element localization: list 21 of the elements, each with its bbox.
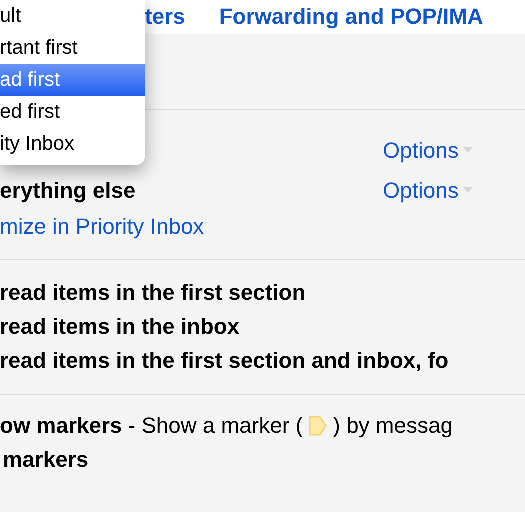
menu-item[interactable]: ult — [0, 0, 145, 32]
menu-item[interactable]: ed first — [0, 96, 145, 128]
menu-item[interactable]: rtant first — [0, 32, 145, 64]
radio-option-label: read items in the inbox — [0, 314, 241, 340]
options-dropdown[interactable]: Options — [383, 174, 473, 206]
radio-option-label: read items in the first section — [0, 280, 307, 306]
caret-icon — [462, 147, 473, 153]
customize-link[interactable]: mize in Priority Inbox — [0, 210, 525, 243]
option-description: - Show a marker ( — [128, 413, 304, 439]
radio-option-label: read items in the first section and inbox, fo — [0, 348, 450, 374]
importance-marker-icon — [309, 416, 328, 436]
option-label: ow markers — [0, 413, 122, 439]
menu-item[interactable]: ity Inbox — [0, 128, 145, 160]
option-label: markers — [2, 447, 90, 473]
section-label: erything else — [0, 176, 136, 205]
settings-tab[interactable]: Forwarding and POP/IMA — [219, 6, 484, 28]
option-description: ) by messag — [333, 413, 453, 439]
settings-tab[interactable]: ters — [145, 6, 186, 28]
caret-icon — [462, 187, 473, 193]
options-dropdown[interactable]: Options — [383, 134, 473, 166]
menu-item[interactable]: ad first — [0, 64, 145, 96]
